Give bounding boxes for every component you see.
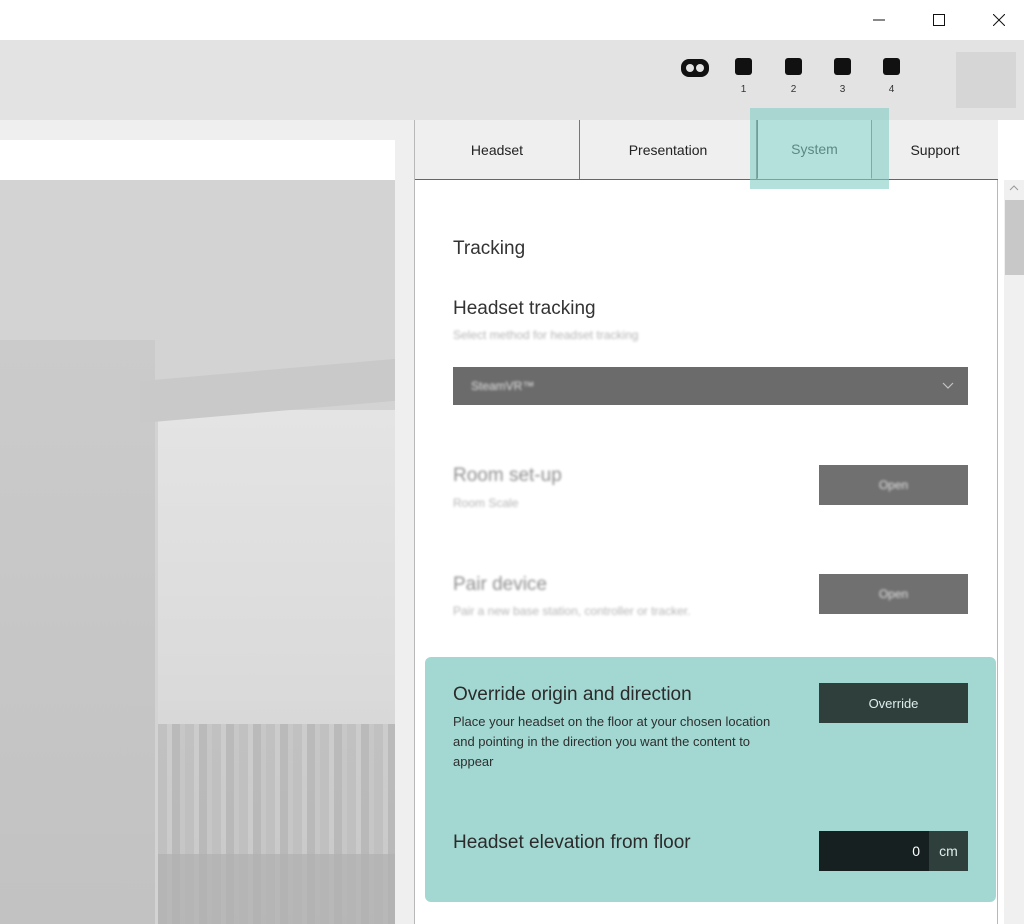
section-title: Tracking [453, 238, 526, 259]
elevation-title: Headset elevation from floor [453, 832, 691, 853]
pair-device-subtitle: Pair a new base station, controller or t… [453, 604, 691, 618]
slot-label: 3 [839, 84, 846, 95]
slot-button-2[interactable]: 2 [785, 58, 802, 95]
maximize-icon [933, 14, 945, 26]
scene-wall [0, 340, 155, 924]
tab-headset[interactable]: Headset [415, 120, 580, 179]
slot-icon [785, 58, 802, 75]
slot-label: 2 [790, 84, 797, 95]
elevation-input[interactable]: 0 cm [819, 831, 968, 871]
vr-headset-button[interactable] [681, 59, 709, 77]
headset-tracking-subtitle: Select method for headset tracking [453, 328, 639, 342]
slot-icon [735, 58, 752, 75]
close-button[interactable] [976, 0, 1022, 40]
slot-button-1[interactable]: 1 [735, 58, 752, 95]
pair-device-title: Pair device [453, 574, 547, 595]
override-title: Override origin and direction [453, 684, 692, 705]
vr-headset-icon [681, 59, 709, 77]
pair-device-open-label: Open [878, 587, 909, 601]
tracking-method-select[interactable]: SteamVR™ [453, 367, 968, 405]
headset-tracking-title: Headset tracking [453, 298, 596, 319]
scrollbar[interactable] [1004, 180, 1024, 924]
room-setup-subtitle: Room Scale [453, 496, 519, 510]
elevation-value-field[interactable]: 0 [819, 831, 929, 871]
tab-system[interactable]: System [757, 120, 872, 179]
scroll-up-icon[interactable] [1009, 184, 1019, 194]
slot-label: 4 [888, 84, 895, 95]
room-setup-open-label: Open [878, 478, 909, 492]
slot-button-3[interactable]: 3 [834, 58, 851, 95]
slot-icon [834, 58, 851, 75]
slot-button-4[interactable]: 4 [883, 58, 900, 95]
slot-icon [883, 58, 900, 75]
scene-header-strip [0, 140, 395, 180]
room-setup-open-button[interactable]: Open [819, 465, 968, 505]
tab-presentation[interactable]: Presentation [580, 120, 757, 179]
override-description: Place your headset on the floor at your … [453, 714, 771, 769]
toolbar: 1 2 3 4 [0, 40, 1024, 120]
minimize-button[interactable] [856, 0, 902, 40]
highlighted-settings: Override origin and direction Place your… [425, 657, 996, 902]
tab-bar: Headset Presentation System Support [415, 120, 998, 180]
preview-thumbnail[interactable] [956, 52, 1016, 108]
override-button[interactable]: Override [819, 683, 968, 723]
maximize-button[interactable] [916, 0, 962, 40]
slot-label: 1 [740, 84, 747, 95]
elevation-unit: cm [929, 831, 968, 871]
pair-device-open-button[interactable]: Open [819, 574, 968, 614]
scene-preview [0, 120, 414, 924]
scroll-thumb[interactable] [1005, 200, 1024, 275]
tab-support[interactable]: Support [872, 120, 998, 179]
chevron-down-icon [942, 382, 954, 389]
room-setup-title: Room set-up [453, 465, 562, 486]
settings-panel: Headset Presentation System Support Trac… [414, 108, 998, 924]
tracking-method-value: SteamVR™ [471, 379, 535, 393]
title-bar [0, 0, 1024, 40]
scene-image [0, 180, 395, 924]
scene-city-base [158, 854, 395, 924]
minimize-icon [873, 19, 885, 21]
close-icon [993, 14, 1005, 26]
